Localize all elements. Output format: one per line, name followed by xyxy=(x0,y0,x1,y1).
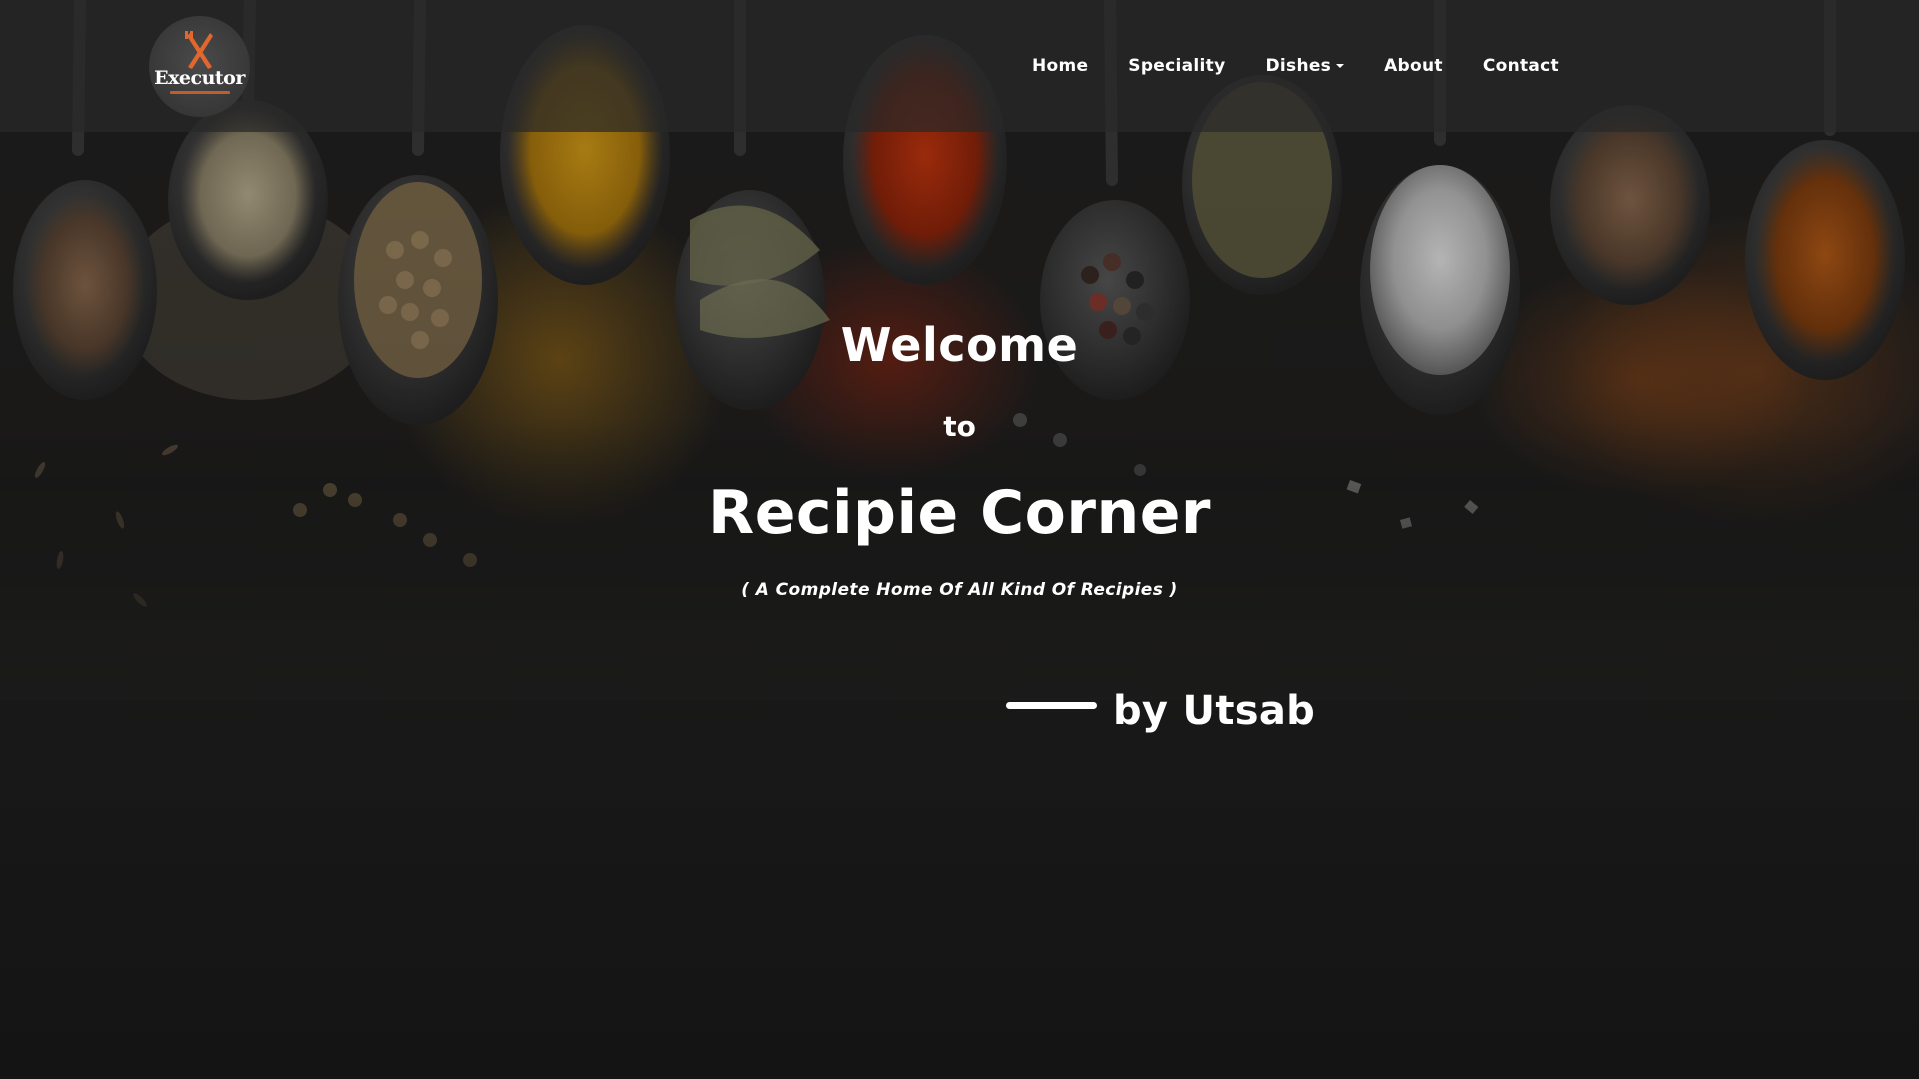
nav-about[interactable]: About xyxy=(1384,56,1443,76)
brand-logo[interactable]: Executor xyxy=(149,16,250,117)
caret-down-icon xyxy=(1336,64,1345,68)
nav-home[interactable]: Home xyxy=(1032,56,1088,76)
nav-dishes-dropdown[interactable]: Dishes xyxy=(1265,56,1345,76)
hero-to: to xyxy=(943,410,976,443)
hero-title: Recipie Corner xyxy=(708,478,1211,548)
main-nav: Home Speciality Dishes About Contact xyxy=(1032,0,1559,132)
page: Executor Home Speciality Dishes About Co… xyxy=(0,0,1919,1079)
fork-knife-icon xyxy=(184,31,213,69)
byline-dash xyxy=(1006,701,1097,709)
hero-tagline: ( A Complete Home Of All Kind Of Recipie… xyxy=(741,580,1178,600)
hero-welcome: Welcome xyxy=(840,318,1079,372)
navbar: Executor Home Speciality Dishes About Co… xyxy=(0,0,1919,132)
brand-name: Executor xyxy=(154,67,245,89)
brand-tagline-mark xyxy=(169,91,230,94)
nav-contact[interactable]: Contact xyxy=(1483,56,1559,76)
nav-dishes-label: Dishes xyxy=(1265,56,1332,76)
hero-byline: by Utsab xyxy=(1006,688,1315,734)
nav-speciality[interactable]: Speciality xyxy=(1128,56,1225,76)
byline-author: by Utsab xyxy=(1113,688,1316,734)
